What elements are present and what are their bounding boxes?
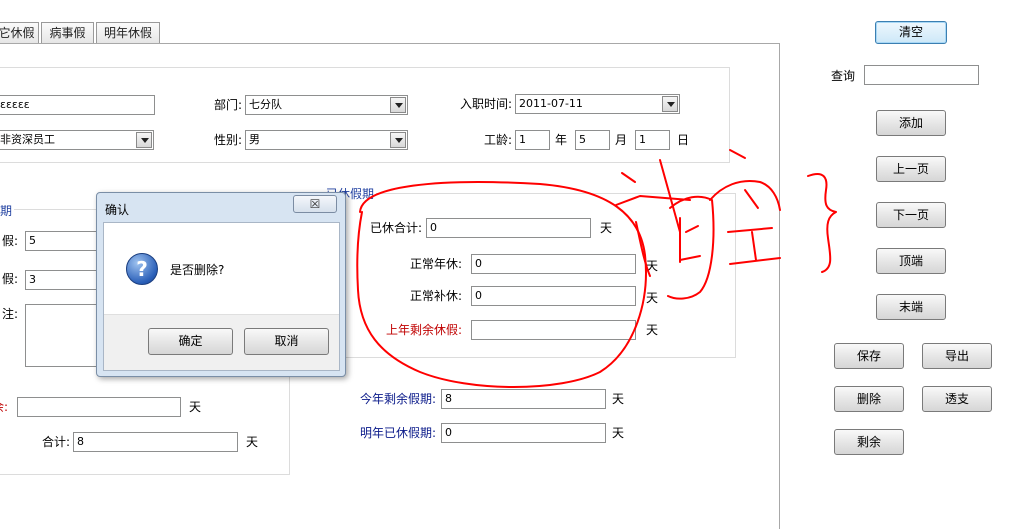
month-unit-label: 月 xyxy=(615,133,628,147)
hire-date-label: 入职时间: xyxy=(459,97,512,111)
seniority-label: 工龄: xyxy=(483,133,512,147)
employee-type-value: 非资深员工 xyxy=(0,133,55,146)
ok-button[interactable]: 确定 xyxy=(148,328,233,355)
total-field[interactable]: 8 xyxy=(73,432,238,452)
close-icon[interactable]: ☒ xyxy=(293,195,337,213)
leave2-label: 假: xyxy=(1,272,18,286)
next-year-taken-unit: 天 xyxy=(612,426,625,440)
dialog-title: 确认 xyxy=(105,203,130,217)
dialog-footer: 确定 取消 xyxy=(104,314,339,370)
clear-button[interactable]: 清空 xyxy=(875,21,947,44)
normal-comp-unit: 天 xyxy=(646,291,659,305)
seniority-days-field[interactable]: 1 xyxy=(635,130,670,150)
tab-sick-leave[interactable]: 病事假 xyxy=(41,22,94,43)
leave1-label: 假: xyxy=(1,234,18,248)
add-button[interactable]: 添加 xyxy=(876,110,946,136)
next-year-taken-label: 明年已休假期: xyxy=(359,426,436,440)
remaining-field[interactable] xyxy=(17,397,181,417)
note-label: 注: xyxy=(1,307,18,321)
prev-page-button[interactable]: 上一页 xyxy=(876,156,946,182)
dept-combo[interactable]: 七分队 xyxy=(245,95,408,115)
next-page-button[interactable]: 下一页 xyxy=(876,202,946,228)
normal-annual-label: 正常年休: xyxy=(409,257,462,271)
this-year-remaining-field[interactable]: 8 xyxy=(441,389,606,409)
normal-annual-unit: 天 xyxy=(646,259,659,273)
chevron-down-icon[interactable] xyxy=(136,132,152,148)
leave2-field[interactable]: 3 xyxy=(25,270,105,290)
annotation-stroke xyxy=(751,231,757,261)
leave1-field[interactable]: 5 xyxy=(25,231,105,251)
question-icon: ? xyxy=(126,253,158,285)
dialog-message: 是否删除? xyxy=(170,263,225,277)
taken-total-label: 已休合计: xyxy=(369,221,422,235)
leave-quota-group-title: 期 xyxy=(0,202,15,219)
total-unit-label: 天 xyxy=(246,435,259,449)
chevron-down-icon[interactable] xyxy=(390,132,406,148)
overdraft-button[interactable]: 透支 xyxy=(922,386,992,412)
day-unit-label: 日 xyxy=(677,133,690,147)
tab-panel-border xyxy=(0,43,780,44)
hire-date-value: 2011-07-11 xyxy=(519,97,583,110)
last-year-remaining-unit: 天 xyxy=(646,323,659,337)
year-unit-label: 年 xyxy=(555,133,568,147)
dept-label: 部门: xyxy=(213,98,242,112)
remaining-label: 余: xyxy=(0,400,8,414)
this-year-remaining-label: 今年剩余假期: xyxy=(359,392,436,406)
query-label: 查询 xyxy=(831,69,856,83)
end-button[interactable]: 末端 xyxy=(876,294,946,320)
top-button[interactable]: 顶端 xyxy=(876,248,946,274)
taken-total-field[interactable]: 0 xyxy=(426,218,591,238)
normal-comp-field[interactable]: 0 xyxy=(471,286,636,306)
note-textarea[interactable] xyxy=(25,304,105,367)
delete-button[interactable]: 删除 xyxy=(834,386,904,412)
normal-annual-field[interactable]: 0 xyxy=(471,254,636,274)
seniority-months-field[interactable]: 5 xyxy=(575,130,610,150)
save-button[interactable]: 保存 xyxy=(834,343,904,369)
annotation-stroke xyxy=(807,172,837,273)
annotation-stroke xyxy=(621,172,636,183)
this-year-remaining-unit: 天 xyxy=(612,392,625,406)
gender-label: 性别: xyxy=(213,133,242,147)
last-year-remaining-label: 上年剩余休假: xyxy=(385,323,462,337)
chevron-down-icon[interactable] xyxy=(390,97,406,113)
dept-value: 七分队 xyxy=(249,98,282,111)
export-button[interactable]: 导出 xyxy=(922,343,992,369)
name-field[interactable]: εεεεε xyxy=(0,95,155,115)
confirm-dialog: 确认 ☒ ? 是否删除? 确定 取消 xyxy=(96,192,346,377)
seniority-years-field[interactable]: 1 xyxy=(515,130,550,150)
annotation-stroke xyxy=(729,149,746,159)
last-year-remaining-field[interactable] xyxy=(471,320,636,340)
total-label: 合计: xyxy=(41,435,70,449)
employee-type-combo[interactable]: 非资深员工 xyxy=(0,130,154,150)
tab-panel-right-border xyxy=(779,43,780,529)
gender-combo[interactable]: 男 xyxy=(245,130,408,150)
gender-value: 男 xyxy=(249,133,260,146)
query-input[interactable] xyxy=(864,65,979,85)
dialog-body: ? 是否删除? 确定 取消 xyxy=(103,222,340,371)
chevron-down-icon[interactable] xyxy=(662,96,678,112)
hire-date-picker[interactable]: 2011-07-11 xyxy=(515,94,680,114)
tab-other-leave[interactable]: 它休假 xyxy=(0,22,39,43)
taken-total-unit: 天 xyxy=(600,221,613,235)
normal-comp-label: 正常补休: xyxy=(409,289,462,303)
annotation-stroke xyxy=(729,257,781,265)
remaining-button[interactable]: 剩余 xyxy=(834,429,904,455)
tab-next-year-leave[interactable]: 明年休假 xyxy=(96,22,160,43)
next-year-taken-field[interactable]: 0 xyxy=(441,423,606,443)
annotation-stroke xyxy=(744,189,759,209)
remaining-unit-label: 天 xyxy=(189,400,202,414)
cancel-button[interactable]: 取消 xyxy=(244,328,329,355)
